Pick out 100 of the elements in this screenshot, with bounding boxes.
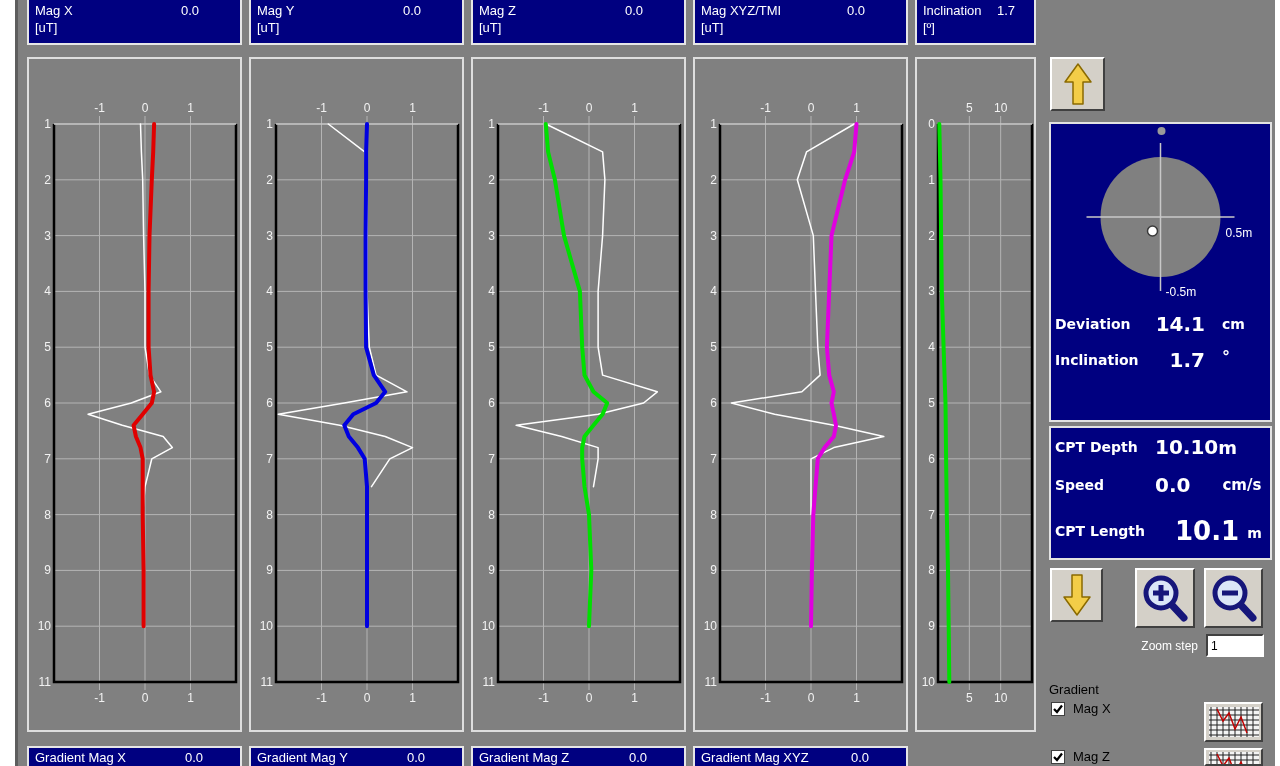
checkbox-label[interactable]: Mag Z xyxy=(1073,750,1110,764)
up-arrow-icon xyxy=(1063,63,1092,105)
tick-label: 10 xyxy=(481,619,495,634)
tick-label: 3 xyxy=(44,228,51,243)
reading-label: CPT Length xyxy=(1055,521,1147,541)
tick-label: 1 xyxy=(266,117,273,131)
tick-label: 8 xyxy=(710,507,717,522)
reading-label: CPT Depth xyxy=(1055,437,1139,457)
readout-value: 0.0 xyxy=(403,2,422,19)
tick-label: 7 xyxy=(710,451,717,466)
readout-label: Mag Y xyxy=(257,2,296,19)
readout-value: 0.0 xyxy=(407,750,426,766)
tick-label: 0 xyxy=(585,101,593,115)
tick-label: -1 xyxy=(538,101,549,115)
tick-label: 0 xyxy=(363,691,371,705)
tick-label: 11 xyxy=(704,675,717,689)
tick-label: -1 xyxy=(94,101,105,115)
tick-label: 2 xyxy=(44,172,51,187)
tick-label: 0 xyxy=(928,117,935,131)
tick-label: 11 xyxy=(260,675,273,689)
tick-label: 10 xyxy=(994,691,1008,705)
tick-label: 1 xyxy=(187,691,194,705)
tick-label: 7 xyxy=(44,451,51,466)
tick-label: 9 xyxy=(710,563,717,578)
tick-label: 1 xyxy=(409,691,416,705)
tick-label: 1 xyxy=(710,117,717,131)
tick-label: 5 xyxy=(710,340,717,355)
tick-label: 1 xyxy=(631,101,638,115)
tick-label: 8 xyxy=(488,507,495,522)
tick-label: 4 xyxy=(44,284,51,299)
down-arrow-icon xyxy=(1062,574,1091,616)
tick-label: 1 xyxy=(631,691,638,705)
tick-label: 2 xyxy=(266,172,273,187)
tick-label: 8 xyxy=(266,507,273,522)
readout-label: Mag XYZ/TMI xyxy=(701,2,783,19)
unit-label: [uT] xyxy=(257,19,280,36)
unit-label: ° xyxy=(1222,346,1230,368)
zoom-in-button[interactable] xyxy=(1135,568,1195,628)
unit-label: cm/s xyxy=(1222,474,1262,496)
readout-value: 0.0 xyxy=(181,2,200,19)
tick-label: 6 xyxy=(488,396,495,410)
reading-value: 0.0 xyxy=(1155,475,1191,495)
unit-label: [uT] xyxy=(701,19,724,36)
unit-label: m xyxy=(1247,523,1262,543)
tick-label: -1 xyxy=(538,691,549,705)
tick-label: 4 xyxy=(928,340,935,355)
tick-label: 1 xyxy=(44,117,51,131)
field-label: Zoom step xyxy=(1141,637,1198,655)
tick-label: 1 xyxy=(928,172,935,187)
tick-label: 2 xyxy=(488,172,495,187)
checkbox[interactable] xyxy=(1051,702,1065,716)
tick-label: 0 xyxy=(807,691,815,705)
zoom-out-button[interactable] xyxy=(1204,568,1263,628)
grid-icon xyxy=(1208,707,1259,737)
readout-value: 0.0 xyxy=(851,750,870,766)
tick-label: 7 xyxy=(488,451,495,466)
readout-value: 0.0 xyxy=(629,750,648,766)
readout-label: Mag Z xyxy=(479,2,517,19)
tick-label: 4 xyxy=(488,284,495,299)
reading-label: Deviation xyxy=(1055,314,1132,334)
unit-label: [uT] xyxy=(479,19,502,36)
readout-value: 0.0 xyxy=(625,2,644,19)
scroll-down-button[interactable] xyxy=(1050,568,1103,622)
tick-label: 9 xyxy=(488,563,495,578)
tick-label: 10 xyxy=(921,675,935,689)
unit-label: [uT] xyxy=(35,19,58,36)
checkbox-label[interactable]: Mag X xyxy=(1073,702,1111,716)
zoom-out-icon xyxy=(1210,574,1257,622)
section-label: Gradient xyxy=(1049,683,1099,697)
marker-dot-icon xyxy=(1157,127,1166,135)
readout-value: 1.7 xyxy=(997,2,1016,19)
tick-label: -1 xyxy=(760,691,771,705)
tick-label: 6 xyxy=(710,396,717,410)
zoom-step-field[interactable]: 1 xyxy=(1206,634,1264,657)
tick-label: 6 xyxy=(266,396,273,410)
tick-label: -1 xyxy=(316,691,327,705)
tick-label: 2 xyxy=(710,172,717,187)
checkbox[interactable] xyxy=(1051,750,1065,764)
reading-value: 10.1 xyxy=(1175,518,1240,544)
tick-label: 6 xyxy=(44,396,51,410)
readout-label: Gradient Mag Z xyxy=(479,750,571,766)
unit-label: [º] xyxy=(923,19,935,36)
tick-label: 6 xyxy=(928,451,935,466)
readout-value: 0.0 xyxy=(847,2,866,19)
unit-label: m xyxy=(1218,435,1238,460)
tick-label: 7 xyxy=(266,451,273,466)
tick-label: 10 xyxy=(259,619,273,634)
tick-label: 5 xyxy=(966,691,973,705)
tick-label: 9 xyxy=(266,563,273,578)
scroll-up-button[interactable] xyxy=(1050,57,1105,111)
tick-label: 3 xyxy=(266,228,273,243)
reading-label: Speed xyxy=(1055,475,1106,495)
tick-label: 0 xyxy=(141,691,149,705)
grid-button[interactable] xyxy=(1204,748,1263,766)
tick-label: 1 xyxy=(187,101,194,115)
zoom-in-icon xyxy=(1142,574,1188,622)
grid-button[interactable] xyxy=(1204,702,1263,742)
tick-label: 3 xyxy=(928,284,935,299)
tick-label: 9 xyxy=(928,619,935,634)
readout-label: Gradient Mag Y xyxy=(257,750,349,766)
